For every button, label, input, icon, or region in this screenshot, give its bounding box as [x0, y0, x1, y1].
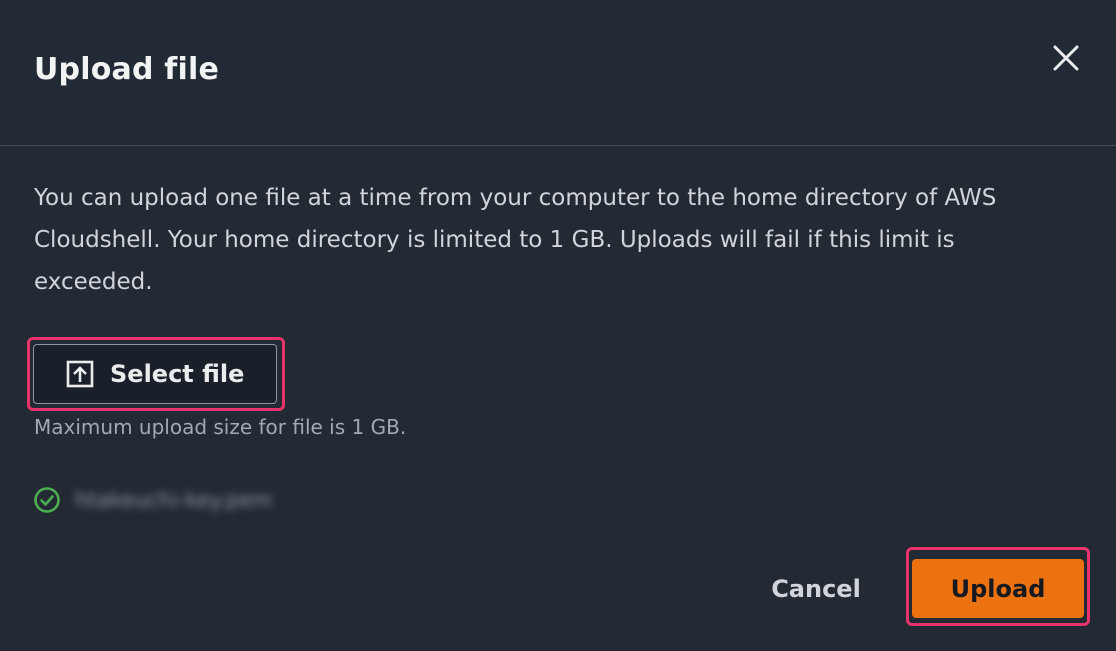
dialog-description: You can upload one file at a time from y… — [34, 185, 997, 295]
dialog-body: You can upload one file at a time from y… — [0, 147, 1116, 651]
close-button[interactable] — [1046, 38, 1086, 78]
upload-button[interactable]: Upload — [912, 559, 1084, 618]
selected-file-name: htakeuchi-key.pem — [75, 488, 273, 512]
select-file-button[interactable]: Select file — [33, 344, 277, 404]
cancel-button[interactable]: Cancel — [756, 565, 876, 613]
select-file-label: Select file — [110, 360, 245, 388]
success-check-icon — [33, 486, 61, 514]
selected-file-row: htakeuchi-key.pem — [33, 485, 272, 515]
dialog-title: Upload file — [34, 52, 220, 87]
upload-file-dialog: Upload file You can upload one file at a… — [0, 0, 1116, 651]
upload-size-hint: Maximum upload size for file is 1 GB. — [34, 415, 407, 439]
close-icon — [1053, 45, 1079, 71]
upload-icon — [66, 360, 94, 388]
dialog-header: Upload file — [0, 0, 1116, 146]
